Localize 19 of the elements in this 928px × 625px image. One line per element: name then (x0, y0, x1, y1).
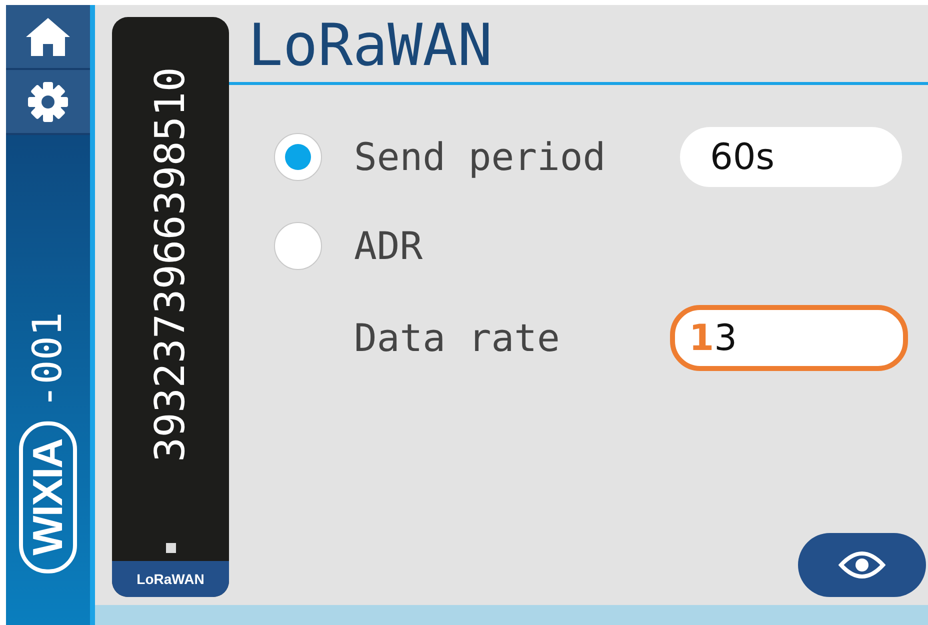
device-tag: LoRaWAN (112, 561, 229, 597)
input-field[interactable]: 60s (680, 127, 902, 187)
settings-nav-button[interactable] (6, 70, 90, 135)
status-led (166, 543, 176, 553)
serial-number: 3932373966398510 (150, 67, 191, 462)
setting-label: Send period (354, 135, 607, 179)
setting-label: ADR (354, 224, 424, 268)
radio-button[interactable] (274, 133, 322, 181)
annotation-marker: 1 (689, 318, 714, 358)
setting-label: Data rate (354, 316, 561, 360)
home-nav-button[interactable] (6, 5, 90, 70)
device-id: -001 (28, 312, 68, 409)
settings-icon (27, 80, 69, 122)
radio-button[interactable] (274, 222, 322, 270)
eye-icon (838, 550, 886, 580)
home-icon (25, 16, 71, 56)
brand-logo: WIXIA (19, 420, 77, 573)
page-title: LoRaWAN (229, 5, 928, 85)
input-field[interactable]: 13 (670, 305, 908, 371)
